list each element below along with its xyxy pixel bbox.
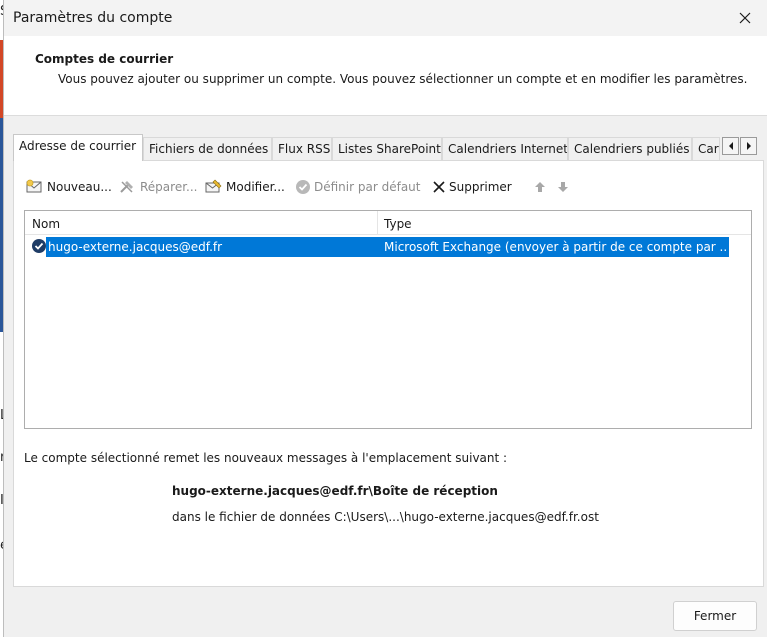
column-header-name[interactable]: Nom: [25, 211, 377, 235]
move-up-button[interactable]: [534, 177, 549, 197]
email-tab-panel: Nouveau... Réparer... Modifier... Défini…: [13, 160, 764, 587]
header-title: Comptes de courrier: [35, 52, 174, 66]
delete-account-button[interactable]: Supprimer: [432, 177, 512, 197]
account-type-cell: Microsoft Exchange (envoyer à partir de …: [384, 240, 728, 254]
close-button[interactable]: Fermer: [673, 601, 757, 631]
new-account-label: Nouveau...: [47, 180, 112, 194]
delivery-location: hugo-externe.jacques@edf.fr\Boîte de réc…: [172, 484, 498, 498]
repair-account-button[interactable]: Réparer...: [119, 177, 197, 197]
account-list-header: Nom Type: [25, 211, 751, 235]
delivery-data-file: dans le fichier de données C:\Users\...\…: [172, 510, 599, 524]
delete-account-label: Supprimer: [449, 180, 512, 194]
tab-internet-calendars[interactable]: Calendriers Internet: [442, 137, 568, 160]
chevron-right-icon: [746, 142, 751, 150]
check-circle-icon: [296, 180, 310, 194]
tab-data-files[interactable]: Fichiers de données: [143, 137, 272, 160]
default-account-icon: [32, 239, 46, 253]
arrow-up-icon: [535, 182, 545, 192]
account-name-cell: hugo-externe.jacques@edf.fr: [48, 240, 223, 254]
column-header-type[interactable]: Type: [377, 211, 751, 235]
set-default-label: Définir par défaut: [314, 180, 421, 194]
tab-address-books[interactable]: Carnets d'adresses: [692, 137, 720, 160]
delete-x-icon: [433, 181, 445, 193]
delivery-intro-text: Le compte sélectionné remet les nouveaux…: [24, 451, 508, 465]
header-panel: Comptes de courrier Vous pouvez ajouter …: [4, 36, 767, 116]
table-row[interactable]: hugo-externe.jacques@edf.fr Microsoft Ex…: [46, 237, 729, 257]
tab-scroll-left-button[interactable]: [722, 137, 739, 155]
repair-tools-icon: [120, 181, 133, 193]
close-icon: [739, 12, 751, 24]
tab-sharepoint-lists[interactable]: Listes SharePoint: [332, 137, 442, 160]
new-mail-icon: [26, 179, 42, 193]
header-description: Vous pouvez ajouter ou supprimer un comp…: [58, 72, 748, 86]
account-settings-dialog: Paramètres du compte Comptes de courrier…: [3, 0, 767, 637]
dialog-title: Paramètres du compte: [13, 10, 173, 26]
title-bar: Paramètres du compte: [4, 0, 767, 36]
tab-email[interactable]: Adresse de courrier: [13, 134, 143, 161]
tab-rss-feeds[interactable]: Flux RSS: [272, 137, 332, 160]
arrow-down-icon: [558, 182, 568, 192]
move-down-button[interactable]: [557, 177, 572, 197]
chevron-left-icon: [728, 142, 733, 150]
tab-scroll-right-button[interactable]: [740, 137, 757, 155]
new-account-button[interactable]: Nouveau...: [26, 177, 112, 197]
modify-account-button[interactable]: Modifier...: [205, 177, 285, 197]
tab-strip: Adresse de courrier Fichiers de données …: [13, 134, 765, 161]
modify-account-label: Modifier...: [226, 180, 285, 194]
edit-mail-icon: [205, 179, 222, 193]
set-default-button[interactable]: Définir par défaut: [295, 177, 420, 197]
tab-published-calendars[interactable]: Calendriers publiés: [568, 137, 692, 160]
repair-account-label: Réparer...: [140, 180, 198, 194]
account-list: Nom Type hugo-externe.jacques@edf.fr Mic…: [24, 210, 752, 429]
account-toolbar: Nouveau... Réparer... Modifier... Défini…: [24, 174, 764, 200]
close-window-button[interactable]: [722, 0, 767, 36]
